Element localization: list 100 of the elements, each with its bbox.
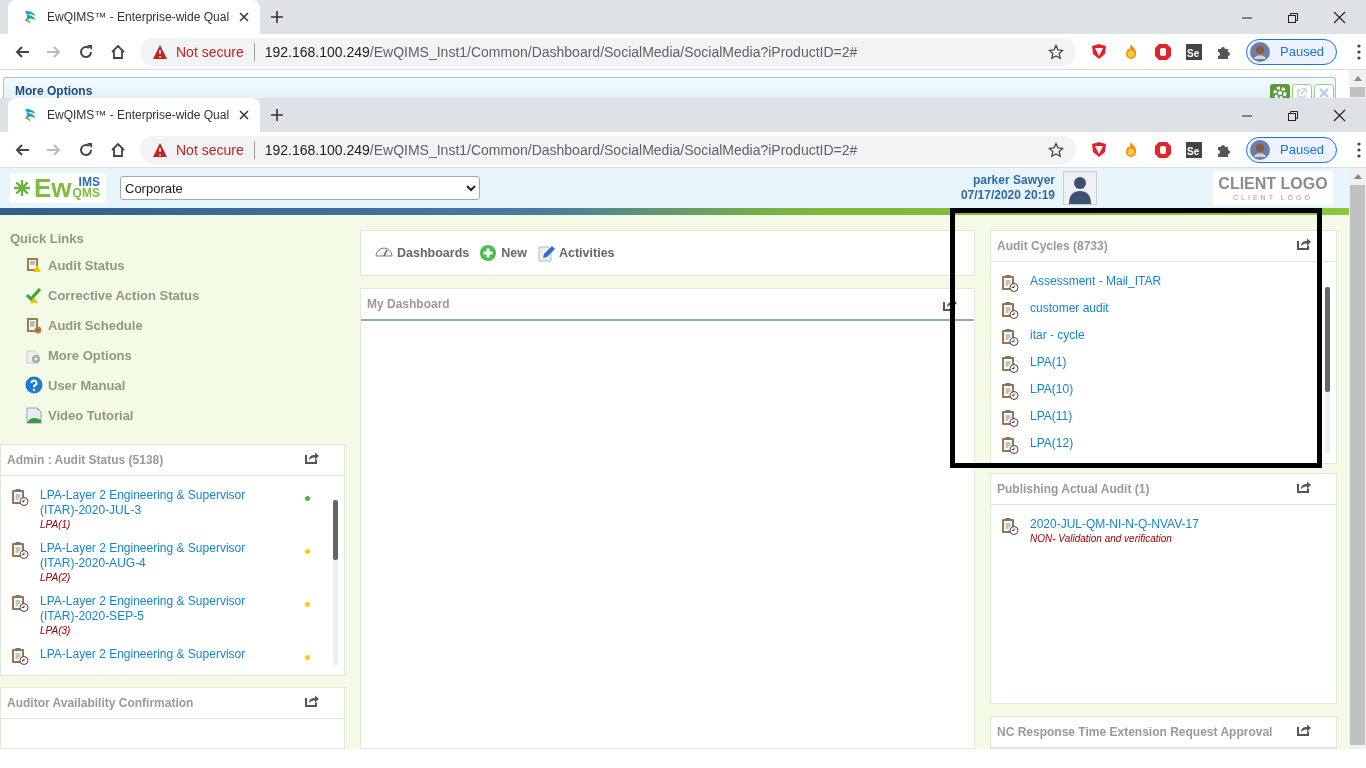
section-title: Quick Links — [10, 231, 85, 247]
export-icon[interactable] — [305, 693, 320, 707]
user-name: parker Sawyer — [972, 173, 1055, 188]
menu-icon[interactable] — [1357, 43, 1362, 60]
toolbar-link[interactable]: New — [479, 244, 527, 262]
audit-link[interactable]: LPA-Layer 2 Engineering & Supervisor — [40, 647, 246, 662]
browser-tab[interactable]: EwQIMS™ - Enterprise-wide Qual — [8, 0, 261, 34]
panel-title: My Dashboard — [367, 297, 450, 311]
export-icon[interactable] — [305, 450, 320, 464]
clipboard-clock-icon — [1001, 409, 1019, 427]
image-icon — [25, 406, 43, 424]
audit-link[interactable]: LPA(11) — [1030, 409, 1073, 424]
clipboard-clock-icon — [1001, 517, 1019, 535]
clipboard-clock-icon — [11, 594, 29, 612]
quick-link[interactable]: Corrective Action Status — [25, 280, 200, 310]
shield-icon[interactable] — [1090, 140, 1108, 159]
stop-hand-icon[interactable] — [1154, 42, 1172, 61]
clipboard-clock-icon — [1001, 436, 1019, 454]
new-tab-icon[interactable] — [270, 108, 285, 122]
back-icon[interactable] — [14, 141, 30, 158]
export-icon[interactable] — [1297, 722, 1312, 736]
home-icon[interactable] — [110, 141, 126, 158]
avatar-icon — [1250, 41, 1270, 62]
user-avatar-icon[interactable] — [1063, 171, 1097, 205]
close-icon[interactable] — [238, 11, 251, 23]
export-icon[interactable] — [1297, 479, 1312, 493]
quick-link[interactable]: User Manual — [25, 370, 126, 400]
close-icon[interactable] — [1333, 11, 1346, 24]
scrollbar[interactable] — [1349, 70, 1366, 98]
address-bar[interactable]: Not secure 192.168.100.249/EwQIMS_Inst1/Common/Dashboard/SocialMedia/SocialMedia?iProductID=2# — [140, 37, 1076, 66]
logo-text: QMS — [72, 188, 100, 199]
browser-tab[interactable]: EwQIMS™ - Enterprise-wide Qual — [8, 98, 261, 132]
warning-icon — [152, 141, 168, 158]
audit-link[interactable]: customer audit — [1030, 301, 1109, 316]
audit-link[interactable]: itar - cycle — [1030, 328, 1085, 343]
avatar-icon — [1250, 139, 1270, 160]
close-icon[interactable] — [1333, 109, 1346, 122]
extension-button[interactable]: Se — [1186, 141, 1202, 158]
security-label[interactable]: Not secure — [176, 141, 244, 158]
clipboard-clock-icon — [1001, 382, 1019, 400]
panel-title: Audit Cycles (8733) — [997, 239, 1108, 253]
audit-link[interactable]: 2020-JUL-QM-NI-N-Q-NVAV-17 — [1030, 517, 1199, 532]
url-text[interactable]: 192.168.100.249/EwQIMS_Inst1/Common/Dashboard/SocialMedia/SocialMedia?iProductID=2# — [264, 141, 1048, 158]
clipboard-clock-icon — [1001, 274, 1019, 292]
audit-link[interactable]: LPA-Layer 2 Engineering & Supervisor (ITAR)-2020-SEP-5 — [40, 594, 265, 624]
back-icon[interactable] — [14, 43, 30, 60]
panel-title: Admin : Audit Status (5138) — [7, 453, 164, 467]
reload-icon[interactable] — [78, 43, 94, 60]
audit-link[interactable]: LPA-Layer 2 Engineering & Supervisor (ITAR)-2020-JUL-3 — [40, 488, 265, 518]
audit-link[interactable]: LPA-Layer 2 Engineering & Supervisor (ITAR)-2020-AUG-4 — [40, 541, 265, 571]
quick-link[interactable]: Video Tutorial — [25, 400, 134, 430]
star-icon[interactable] — [1048, 43, 1064, 60]
clipboard-clock-icon — [11, 647, 29, 665]
audit-link[interactable]: LPA(10) — [1030, 382, 1074, 397]
export-icon[interactable] — [1297, 236, 1312, 250]
checkmark-icon — [25, 286, 43, 304]
quick-link[interactable]: Audit Schedule — [25, 310, 143, 340]
new-tab-icon[interactable] — [270, 10, 285, 24]
clipboard-clock-icon — [1001, 328, 1019, 346]
profile-button[interactable]: Paused — [1246, 38, 1338, 65]
audit-link[interactable]: LPA(1) — [1030, 355, 1067, 370]
clipboard-clock-icon — [1001, 355, 1019, 373]
profile-button[interactable]: Paused — [1246, 136, 1338, 163]
clipboard-clock-icon — [1001, 301, 1019, 319]
logo-text: CLIENT LOGO — [1218, 174, 1328, 193]
audit-subtitle: LPA(2) — [40, 571, 71, 584]
site-select[interactable]: Corporate — [120, 176, 480, 200]
starburst-icon — [13, 179, 31, 197]
reload-icon[interactable] — [78, 141, 94, 158]
panel-title: Auditor Availability Confirmation — [7, 696, 194, 710]
star-icon[interactable] — [1048, 141, 1064, 158]
restore-icon[interactable] — [1287, 11, 1299, 24]
clipboard-clock-icon — [11, 488, 29, 506]
panel-title: More Options — [15, 84, 93, 98]
quick-link[interactable]: Audit Status — [25, 250, 125, 280]
clipboard-icon — [25, 316, 43, 334]
address-bar[interactable]: Not secure 192.168.100.249/EwQIMS_Inst1/Common/Dashboard/SocialMedia/SocialMedia?iProductID=2# — [140, 135, 1076, 164]
toolbar-link[interactable]: Activities — [536, 244, 615, 262]
extension-button[interactable]: Se — [1186, 43, 1202, 60]
menu-icon[interactable] — [1357, 141, 1362, 158]
audit-subtitle: NON- Validation and verification — [1030, 532, 1172, 545]
clipboard-warning-icon — [25, 256, 43, 274]
shield-icon[interactable] — [1090, 42, 1108, 61]
home-icon[interactable] — [110, 43, 126, 60]
stop-hand-icon[interactable] — [1154, 140, 1172, 159]
restore-icon[interactable] — [1287, 109, 1299, 122]
audit-link[interactable]: Assessment - Mail_ITAR — [1030, 274, 1162, 289]
close-icon[interactable] — [238, 109, 251, 121]
date-time: 07/17/2020 20:19 — [960, 188, 1055, 203]
scrollbar[interactable] — [1349, 168, 1366, 749]
security-label[interactable]: Not secure — [176, 43, 244, 60]
quick-link[interactable]: More Options — [25, 340, 132, 370]
warning-icon — [152, 43, 168, 60]
audit-link[interactable]: LPA(12) — [1030, 436, 1074, 451]
favicon-icon — [22, 107, 38, 123]
scrollbar[interactable] — [1325, 287, 1330, 453]
url-text[interactable]: 192.168.100.249/EwQIMS_Inst1/Common/Dashboard/SocialMedia/SocialMedia?iProductID=2# — [264, 43, 1048, 60]
favicon-icon — [22, 9, 38, 25]
scrollbar[interactable] — [333, 500, 338, 665]
toolbar-link[interactable]: Dashboards — [375, 244, 470, 262]
